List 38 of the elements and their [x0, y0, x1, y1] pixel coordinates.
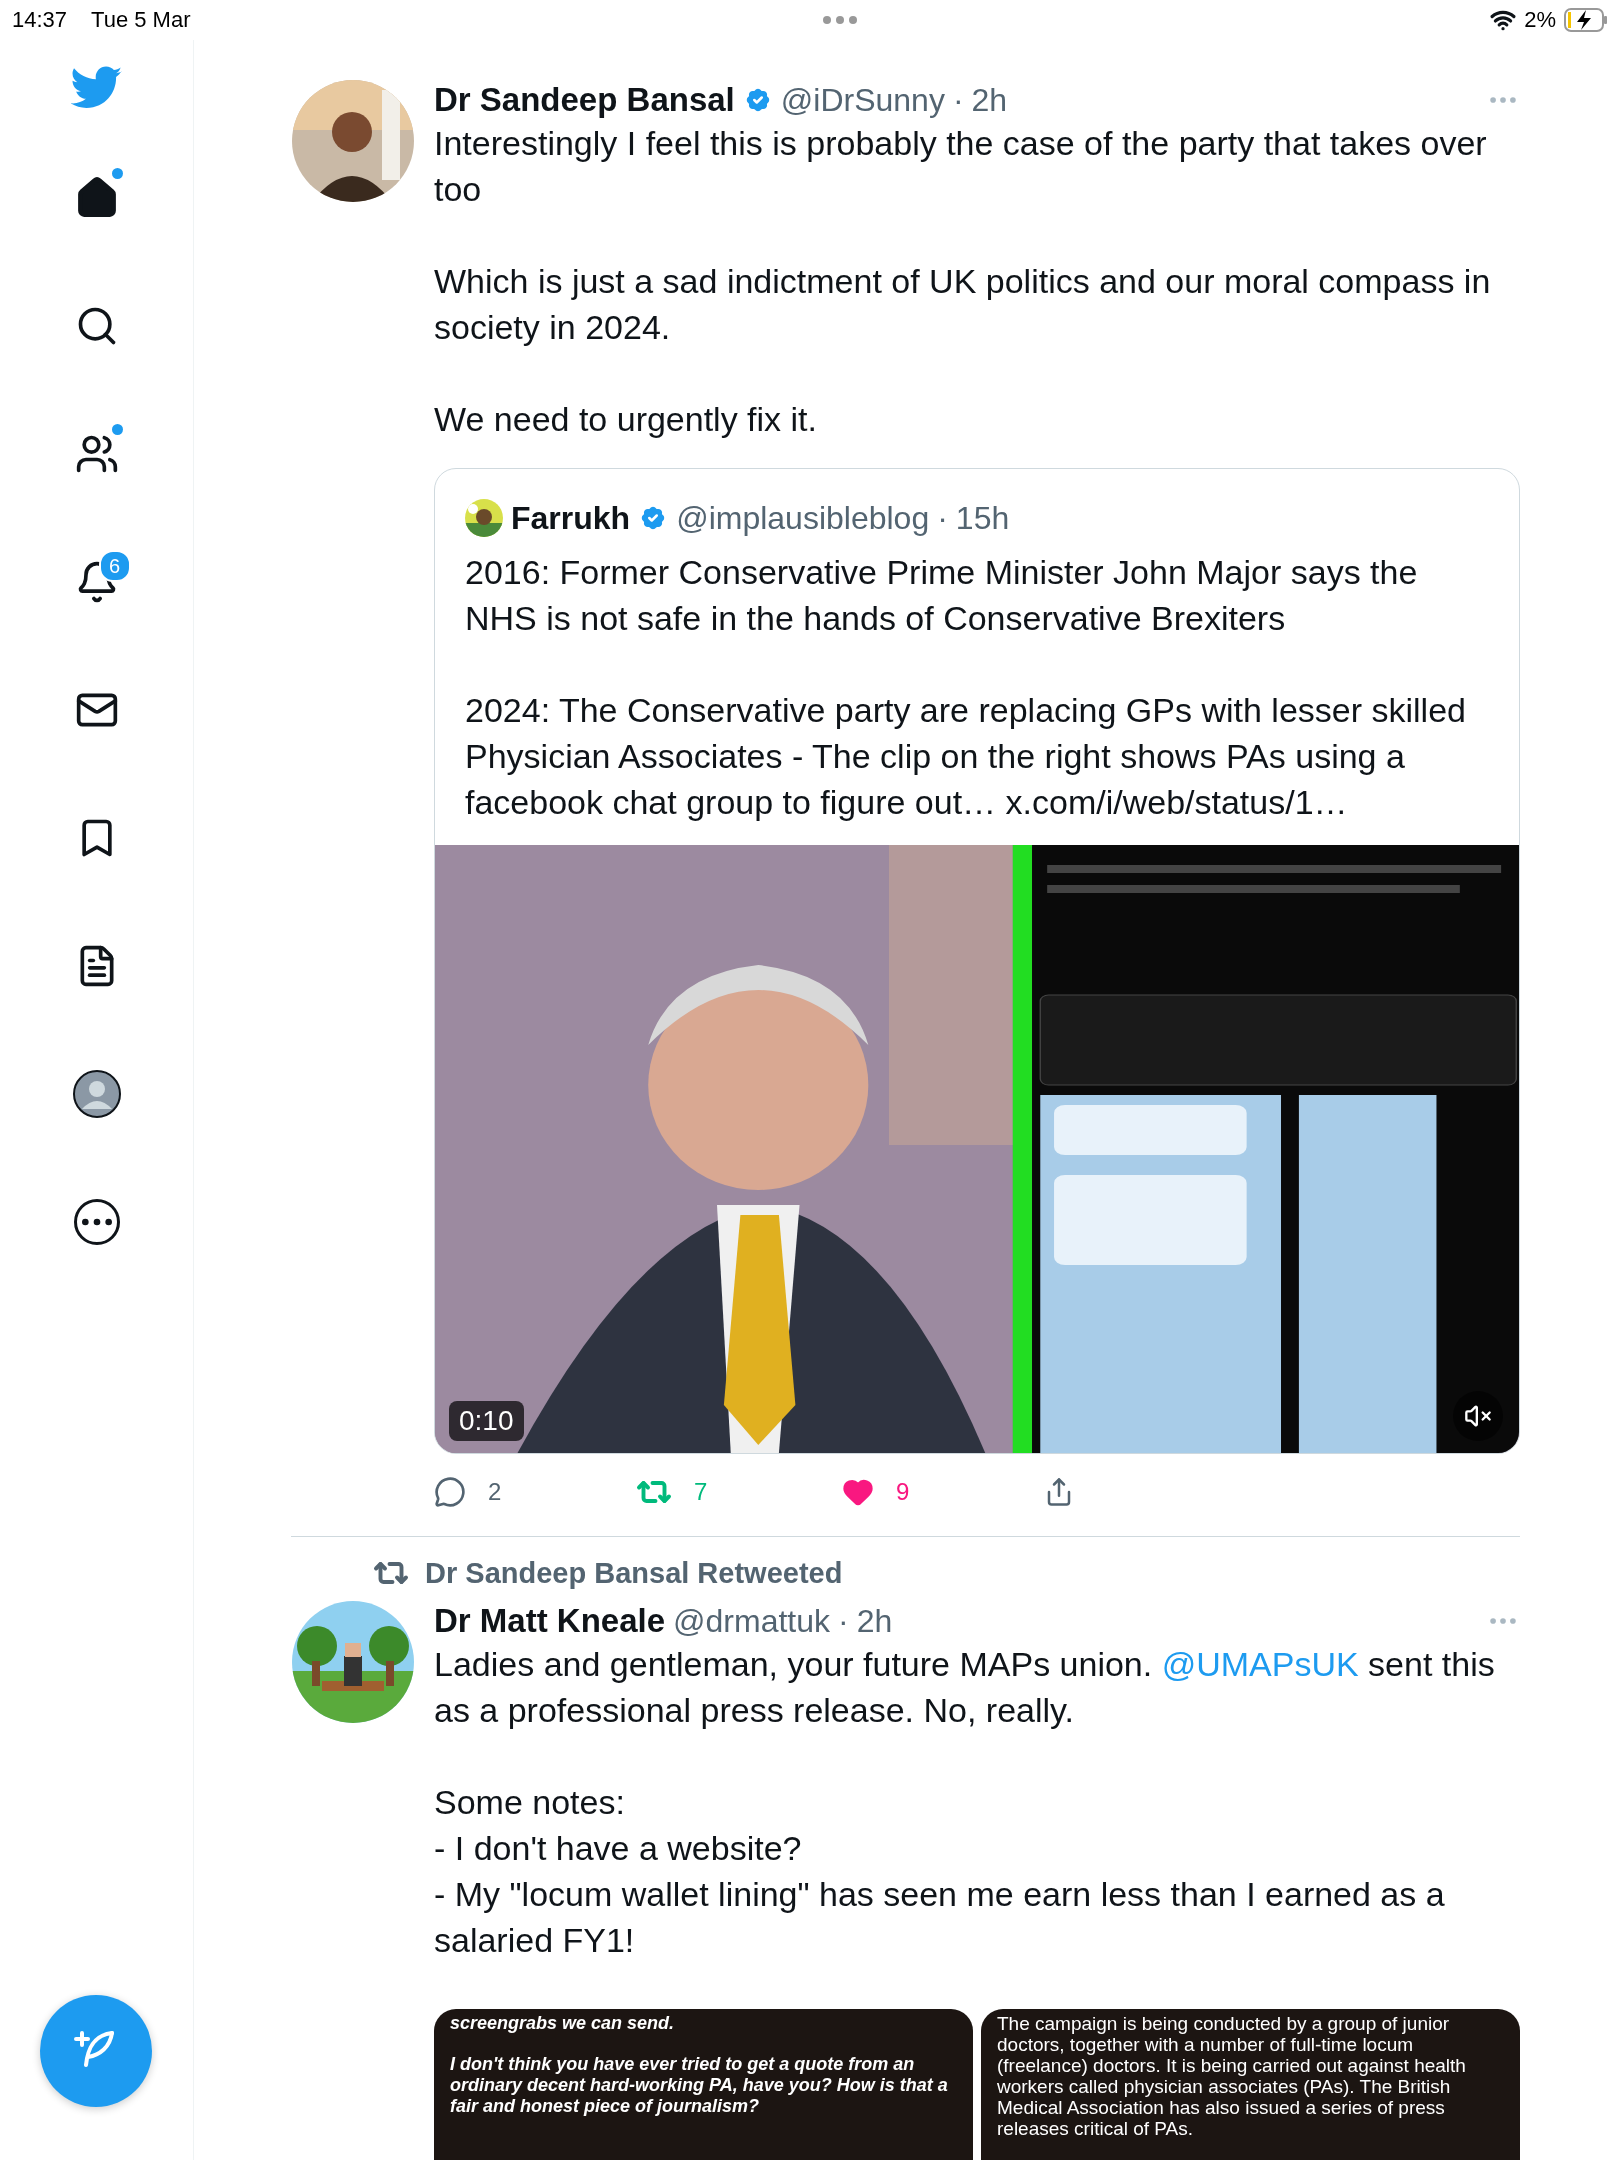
tweet-image[interactable]: screengrabs we can send. I don't think you have ever tried to get a quote from an ordinary decent hard-working PA, have you? How is that a fair and honest piece of journalism? [434, 2009, 973, 2160]
author-handle[interactable]: @iDrSunny [780, 81, 945, 119]
tweet-text: Interestingly I feel this is probably the case of the party that takes over too [434, 123, 1488, 210]
tweet-text: Which is just a sad indictment of UK politics and our moral compass in society in 2024. [434, 261, 1492, 348]
separator-dot: · [937, 499, 948, 537]
image-text: The campaign is being conducted by a group of junior doctors, together with a number of full-time locum (freelance) doctors. It is being carried out against health workers called physician associates (PAs). The British Medical Association has also issued a series of press releases critical of PAs. [997, 2013, 1467, 2139]
status-date: Tue 5 Mar [91, 7, 191, 33]
retweeted-by-label[interactable]: Dr Sandeep Bansal Retweeted [425, 1556, 843, 1590]
reply-button[interactable]: 2 [434, 1474, 502, 1510]
battery-percent: 2% [1524, 7, 1556, 33]
multitasking-icon[interactable] [823, 16, 858, 24]
tweet-text: Some notes: - I don't have a website? - My "locum wallet lining" has seen me earn less than I earned as a salaried FY1! [434, 1782, 1446, 1961]
tweet-time: 2h [856, 1602, 893, 1640]
notification-badge: 6 [98, 550, 131, 582]
quoted-tweet-text: 2016: Former Conservative Prime Minister John Major says the NHS is not safe in the hands of Conservative Brexiters [465, 552, 1419, 639]
tweet-text: Ladies and gentleman, your future MAPs union. @UMAPsUK sent this as a professional press release. No, really. [434, 1644, 1496, 1731]
quoted-tweet-text: 2024: The Conservative party are replacing GPs with lesser skilled Physician Associates - The clip on the right shows PAs using a facebook chat group to figure out… x.com/i/web/status/1… [465, 690, 1467, 823]
image-text: screengrabs we can send. [450, 2013, 676, 2034]
video-duration: 0:10 [449, 1401, 524, 1441]
compose-button[interactable] [40, 1995, 152, 2107]
author-handle[interactable]: @implausibleblog [676, 499, 930, 537]
tweet-text: We need to urgently fix it. [434, 399, 818, 440]
author-name[interactable]: Dr Sandeep Bansal [434, 81, 735, 119]
image-text: I don't think you have ever tried to get a quote from an ordinary decent hard-working PA, have you? How is that a fair and honest piece of journalism? [450, 2054, 949, 2117]
tweet-time: 15h [955, 499, 1010, 537]
reply-icon [434, 1476, 466, 1508]
separator-dot: · [838, 1602, 849, 1640]
separator-dot: · [952, 81, 964, 119]
mute-button[interactable] [1453, 1391, 1503, 1441]
quoted-tweet-card[interactable] [434, 468, 1520, 1454]
author-name[interactable]: Farrukh [511, 499, 631, 537]
author-name[interactable]: Dr Matt Kneale [434, 1602, 666, 1640]
author-handle[interactable]: @drmattuk [673, 1602, 831, 1640]
status-time: 14:37 [12, 7, 68, 33]
bird-logo-icon[interactable] [70, 66, 123, 110]
tweet-image[interactable] [981, 2009, 1520, 2160]
tweet-time: 2h [971, 81, 1008, 119]
like-button[interactable]: 9 [842, 1474, 910, 1510]
